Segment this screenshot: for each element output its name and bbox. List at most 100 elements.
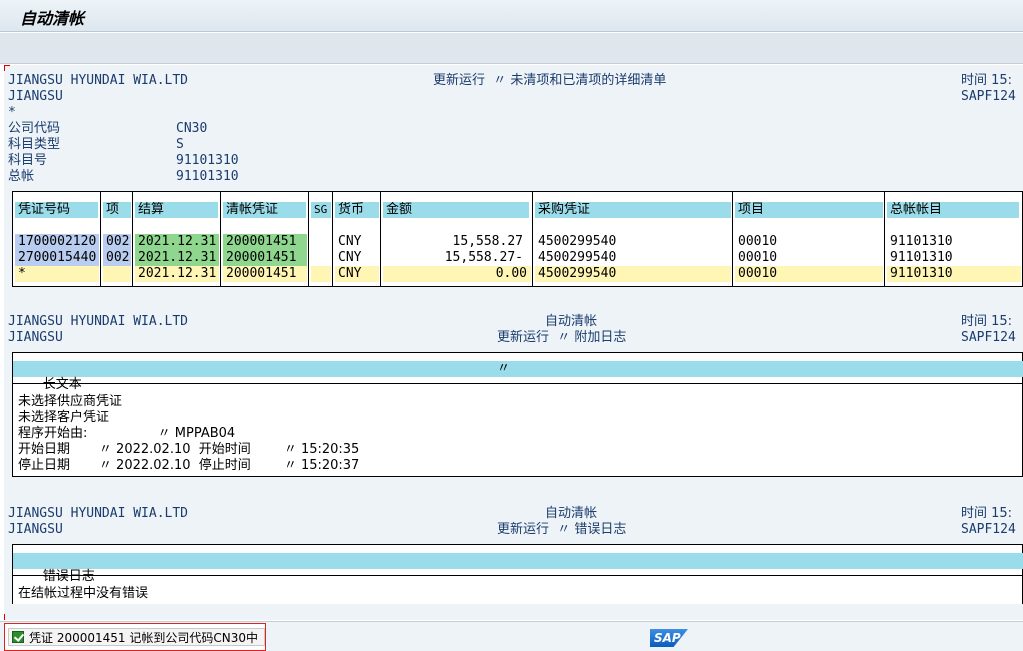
report-area[interactable]: JIANGSU HYUNDAI WIA.LTD JIANGSU 更新运行 〃 未… <box>4 65 1023 620</box>
po-item-cell[interactable]: 00010 <box>735 234 883 250</box>
section-subtitle: 更新运行 〃 附加日志 <box>497 330 627 345</box>
section-subtitle: 更新运行 〃 错误日志 <box>497 522 627 537</box>
error-log-box: 错误日志 在结帐过程中没有错误 <box>12 544 1023 604</box>
clearing-date-cell[interactable]: 2021.12.31 <box>135 234 219 250</box>
divider <box>13 383 1023 384</box>
application-toolbar <box>0 33 1023 64</box>
cursor-mark-bottom <box>4 614 5 620</box>
log-header-mark: 〃 <box>497 361 511 376</box>
clearing-items-table: 凭证号码 项 结算 清帐凭证 SG 货币 金额 采购凭证 项目 总帐帐目 170… <box>12 191 1023 287</box>
error-header: 错误日志 <box>42 569 95 584</box>
log-line: 停止日期 〃 2022.02.10 停止时间 〃 15:20:37 <box>18 458 360 473</box>
report-title: 更新运行 〃 未清项和已清项的详细清单 <box>433 73 667 88</box>
column-separator <box>132 192 133 286</box>
total-row-cell[interactable] <box>103 266 131 282</box>
param-value: CN30 <box>176 121 208 136</box>
total-row-cell[interactable]: 91101310 <box>887 266 1021 282</box>
amount-cell[interactable]: 15,558.27 <box>383 234 527 250</box>
param-value: 91101310 <box>176 153 239 168</box>
success-check-icon <box>12 631 24 643</box>
error-line: 在结帐过程中没有错误 <box>18 586 149 601</box>
error-header-bar: 错误日志 <box>13 553 1023 584</box>
gl-account-cell[interactable]: 91101310 <box>887 250 1019 266</box>
window-title: 自动清帐 <box>20 9 85 28</box>
clearing-document-cell[interactable]: 200001451 <box>223 234 307 250</box>
amount-cell[interactable]: 15,558.27- <box>383 250 527 266</box>
status-message[interactable]: 凭证 200001451 记帐到公司代码CN30中 <box>8 628 265 646</box>
purchase-document-cell[interactable]: 4500299540 <box>535 234 731 250</box>
clearing-document-cell[interactable]: 200001451 <box>223 250 307 266</box>
column-header[interactable]: 货币 <box>335 202 379 218</box>
column-header[interactable]: 项 <box>103 202 131 218</box>
column-separator <box>732 192 733 286</box>
log-header-bar: 长文本 <box>13 361 1023 392</box>
column-header[interactable]: 结算 <box>135 202 218 218</box>
param-value: S <box>176 137 184 152</box>
total-row-cell[interactable]: 00010 <box>735 266 883 282</box>
currency-cell[interactable]: CNY <box>335 250 379 266</box>
company-name: JIANGSU HYUNDAI WIA.LTD <box>8 506 189 521</box>
program-name: SAPF124 <box>961 330 1016 345</box>
total-row-cell[interactable]: * <box>15 266 99 282</box>
program-name: SAPF124 <box>961 89 1016 104</box>
column-separator <box>532 192 533 286</box>
column-separator <box>884 192 885 286</box>
po-item-cell[interactable]: 00010 <box>735 250 883 266</box>
status-bar: 凭证 200001451 记帐到公司代码CN30中 SAP <box>0 621 1023 651</box>
company-region: JIANGSU <box>8 330 63 345</box>
column-header[interactable]: 项目 <box>735 202 883 218</box>
column-header[interactable]: 采购凭证 <box>535 202 731 218</box>
company-region: JIANGSU <box>8 522 63 537</box>
log-line: 未选择供应商凭证 <box>18 394 123 409</box>
total-row-cell[interactable]: 4500299540 <box>535 266 731 282</box>
column-separator <box>308 192 309 286</box>
log-header: 长文本 <box>42 377 82 392</box>
item-cell[interactable]: 002 <box>103 234 131 250</box>
program-name: SAPF124 <box>961 522 1016 537</box>
additional-log-box: 长文本 〃 未选择供应商凭证 未选择客户凭证 程序开始由: 〃 MPPAB04 … <box>12 352 1023 477</box>
purchase-document-cell[interactable]: 4500299540 <box>535 250 731 266</box>
total-amount-cell[interactable]: 0.00 <box>383 266 531 282</box>
section-title: 自动清帐 <box>545 506 598 521</box>
title-bar: 自动清帐 <box>0 0 1023 32</box>
currency-cell[interactable]: CNY <box>335 234 379 250</box>
gl-account-cell[interactable]: 91101310 <box>887 234 1019 250</box>
param-value: 91101310 <box>176 169 239 184</box>
log-line: 未选择客户凭证 <box>18 410 110 425</box>
param-label: 公司代码 <box>8 121 61 136</box>
column-separator <box>220 192 221 286</box>
column-separator <box>332 192 333 286</box>
column-separator <box>380 192 381 286</box>
status-text: 凭证 200001451 记帐到公司代码CN30中 <box>29 631 258 645</box>
item-cell[interactable]: 002 <box>103 250 131 266</box>
time-label: 时间 15: <box>961 506 1013 521</box>
company-name: JIANGSU HYUNDAI WIA.LTD <box>8 314 189 329</box>
param-label: 科目号 <box>8 153 48 168</box>
column-header[interactable]: SG <box>311 202 331 218</box>
cursor-mark-left <box>4 65 5 71</box>
clearing-date-cell[interactable]: 2021.12.31 <box>135 250 219 266</box>
total-row-cell[interactable] <box>311 266 331 282</box>
status-message-box[interactable]: 凭证 200001451 记帐到公司代码CN30中 <box>4 623 266 651</box>
total-row-cell[interactable]: 200001451 <box>223 266 307 282</box>
column-header[interactable]: 金额 <box>383 202 529 218</box>
param-label: 总帐 <box>8 169 35 184</box>
sap-logo: SAP <box>650 629 688 647</box>
sg-cell[interactable] <box>311 234 331 250</box>
document-number-cell[interactable]: 1700002120 <box>15 234 99 250</box>
time-label: 时间 15: <box>961 73 1013 88</box>
column-header[interactable]: 清帐凭证 <box>223 202 306 218</box>
sg-cell[interactable] <box>311 250 331 266</box>
total-row-cell[interactable]: CNY <box>335 266 379 282</box>
column-header[interactable]: 凭证号码 <box>15 202 98 218</box>
log-line: 程序开始由: 〃 MPPAB04 <box>18 426 236 441</box>
total-row-cell[interactable]: 2021.12.31 <box>135 266 219 282</box>
document-number-cell[interactable]: 2700015440 <box>15 250 99 266</box>
company-name: JIANGSU HYUNDAI WIA.LTD <box>8 73 189 88</box>
selection-star: * <box>8 105 16 120</box>
company-region: JIANGSU <box>8 89 63 104</box>
section-title: 自动清帐 <box>545 314 598 329</box>
column-header[interactable]: 总帐帐目 <box>887 202 1019 218</box>
time-label: 时间 15: <box>961 314 1013 329</box>
param-label: 科目类型 <box>8 137 61 152</box>
